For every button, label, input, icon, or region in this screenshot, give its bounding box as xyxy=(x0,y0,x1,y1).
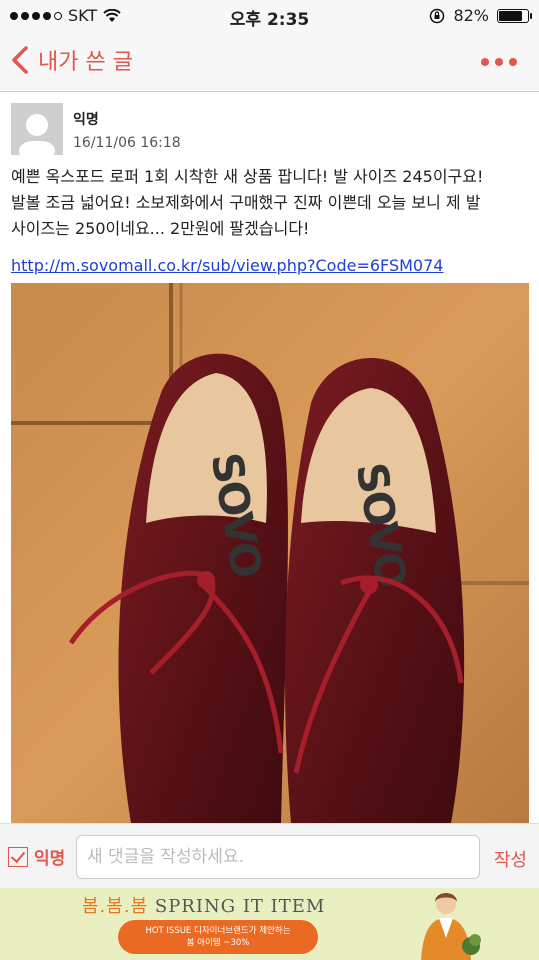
post-body-line: 예쁜 옥스포드 로퍼 1회 시착한 새 상품 팝니다! 발 사이즈 245이구요… xyxy=(11,167,484,186)
more-options-button[interactable] xyxy=(481,58,517,66)
author-name: 익명 xyxy=(73,112,99,128)
ad-title-rest: SPRING IT ITEM xyxy=(154,896,326,917)
battery-level xyxy=(499,10,522,21)
checkbox-checked-icon[interactable] xyxy=(8,846,28,867)
post-body: 예쁜 옥스포드 로퍼 1회 시착한 새 상품 팝니다! 발 사이즈 245이구요… xyxy=(11,164,531,242)
default-user-icon xyxy=(19,114,55,155)
anonymous-toggle[interactable]: 익명 xyxy=(8,844,65,869)
more-dot-icon xyxy=(509,58,517,66)
battery-percent: 82% xyxy=(453,6,489,25)
product-link[interactable]: http://m.sovomall.co.kr/sub/view.php?Cod… xyxy=(11,256,443,275)
anonymous-label: 익명 xyxy=(34,849,66,869)
ad-promo-pill: HOT ISSUE 디자이너브랜드가 제안하는 봄 아이템 ~30% xyxy=(118,920,318,954)
ad-pill-line1: HOT ISSUE 디자이너브랜드가 제안하는 xyxy=(145,926,291,936)
ad-title-highlight: 봄.봄.봄 xyxy=(82,896,149,917)
chevron-left-icon xyxy=(12,46,28,74)
ad-pill-line2: 봄 아이템 ~30% xyxy=(186,938,250,948)
battery-icon xyxy=(497,8,532,23)
post-photo[interactable]: SOVO SOVO xyxy=(11,283,529,823)
rotation-lock-icon xyxy=(430,8,445,23)
more-dot-icon xyxy=(481,58,489,66)
more-dot-icon xyxy=(495,58,503,66)
avatar[interactable] xyxy=(11,103,63,155)
shoes-photo-illustration: SOVO SOVO xyxy=(11,283,529,823)
status-right: 82% xyxy=(429,6,532,25)
back-button[interactable]: 내가 쓴 글 xyxy=(10,44,133,76)
comment-input[interactable] xyxy=(76,835,480,879)
post-header: 익명 16/11/06 16:18 xyxy=(11,103,531,155)
comment-bar: 익명 작성 xyxy=(0,823,539,888)
ad-model-image xyxy=(421,893,481,960)
nav-bar: 내가 쓴 글 xyxy=(0,32,539,92)
submit-comment-button[interactable]: 작성 xyxy=(494,846,527,872)
ad-title: 봄.봄.봄 SPRING IT ITEM xyxy=(82,892,325,918)
post-date: 16/11/06 16:18 xyxy=(73,135,181,151)
status-bar: SKT 오후 2:35 82% xyxy=(0,0,539,32)
ad-banner[interactable]: 봄.봄.봄 SPRING IT ITEM HOT ISSUE 디자이너브랜드가 … xyxy=(0,888,539,960)
post-body-line: 발볼 조금 넓어요! 소보제화에서 구매했구 진짜 이쁜데 오늘 보니 제 발 xyxy=(11,193,481,212)
back-label: 내가 쓴 글 xyxy=(38,50,133,75)
post-body-line: 사이즈는 250이네요... 2만원에 팔겠습니다! xyxy=(11,219,310,238)
